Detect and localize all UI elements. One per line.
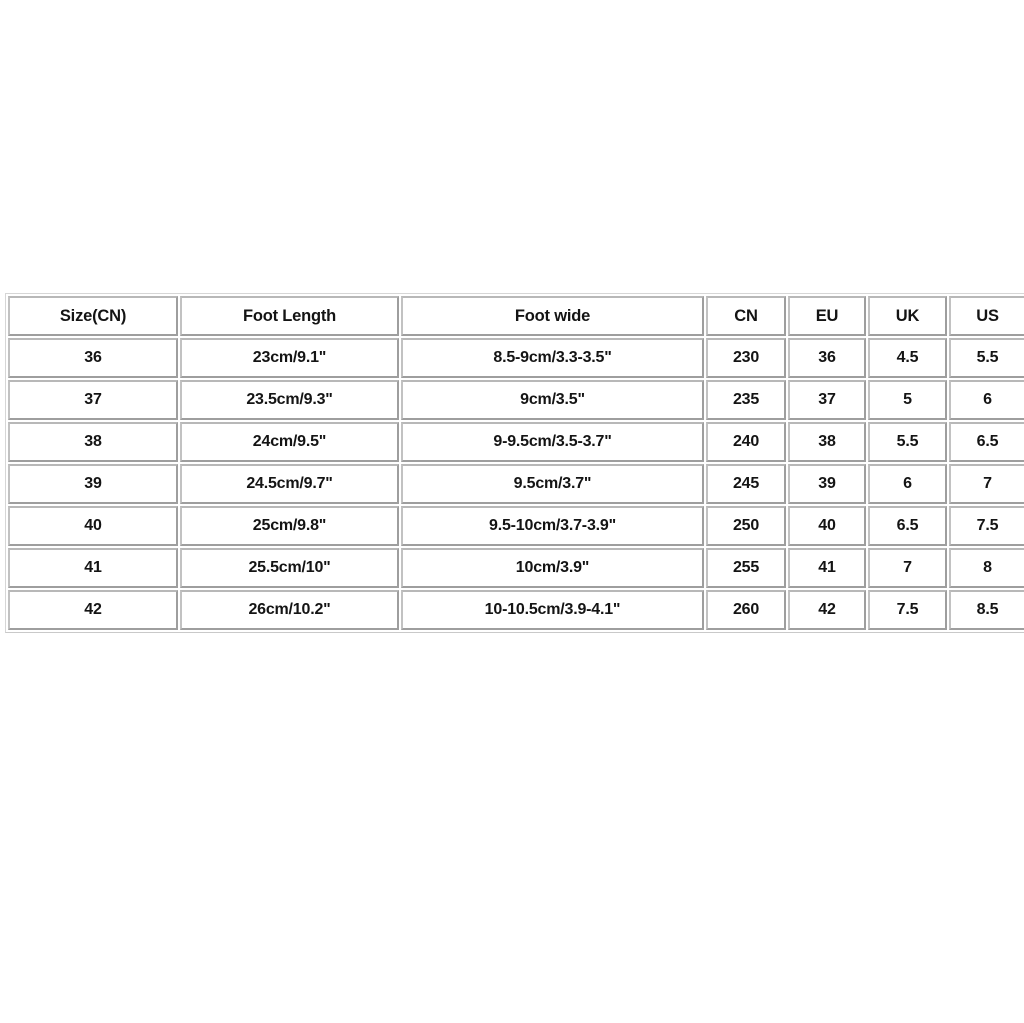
cell-foot-wide: 9.5cm/3.7" [401,464,704,504]
cell-uk: 4.5 [868,338,947,378]
cell-foot-length: 23cm/9.1" [180,338,399,378]
cell-uk: 5 [868,380,947,420]
table-row: 37 23.5cm/9.3" 9cm/3.5" 235 37 5 6 [8,380,1024,420]
column-header-foot-wide: Foot wide [401,296,704,336]
cell-eu: 40 [788,506,866,546]
cell-foot-length: 25cm/9.8" [180,506,399,546]
table-row: 42 26cm/10.2" 10-10.5cm/3.9-4.1" 260 42 7.5 8.… [8,590,1024,630]
cell-size-cn: 37 [8,380,178,420]
column-header-foot-length: Foot Length [180,296,399,336]
cell-us: 7 [949,464,1024,504]
table-row: 39 24.5cm/9.7" 9.5cm/3.7" 245 39 6 7 [8,464,1024,504]
cell-uk: 6.5 [868,506,947,546]
cell-uk: 5.5 [868,422,947,462]
table-row: 38 24cm/9.5" 9-9.5cm/3.5-3.7" 240 38 5.5 6.5 [8,422,1024,462]
cell-eu: 37 [788,380,866,420]
cell-eu: 41 [788,548,866,588]
cell-size-cn: 42 [8,590,178,630]
cell-foot-length: 24cm/9.5" [180,422,399,462]
cell-us: 5.5 [949,338,1024,378]
cell-uk: 7.5 [868,590,947,630]
cell-us: 6.5 [949,422,1024,462]
cell-us: 6 [949,380,1024,420]
cell-foot-length: 26cm/10.2" [180,590,399,630]
page-root: Size(CN) Foot Length Foot wide CN EU UK US 36 2… [0,0,1024,1023]
column-header-cn: CN [706,296,786,336]
size-chart-table: Size(CN) Foot Length Foot wide CN EU UK US 36 2… [5,293,1024,633]
cell-cn: 260 [706,590,786,630]
table-header-row: Size(CN) Foot Length Foot wide CN EU UK US [8,296,1024,336]
column-header-size-cn: Size(CN) [8,296,178,336]
cell-cn: 245 [706,464,786,504]
cell-cn: 235 [706,380,786,420]
cell-foot-wide: 10cm/3.9" [401,548,704,588]
cell-foot-wide: 9cm/3.5" [401,380,704,420]
cell-foot-wide: 9-9.5cm/3.5-3.7" [401,422,704,462]
cell-uk: 6 [868,464,947,504]
cell-eu: 38 [788,422,866,462]
cell-size-cn: 41 [8,548,178,588]
cell-foot-wide: 8.5-9cm/3.3-3.5" [401,338,704,378]
cell-uk: 7 [868,548,947,588]
table-row: 36 23cm/9.1" 8.5-9cm/3.3-3.5" 230 36 4.5 5.5 [8,338,1024,378]
cell-size-cn: 39 [8,464,178,504]
table-row: 40 25cm/9.8" 9.5-10cm/3.7-3.9" 250 40 6.5 7.5 [8,506,1024,546]
cell-foot-length: 24.5cm/9.7" [180,464,399,504]
cell-cn: 250 [706,506,786,546]
cell-foot-length: 25.5cm/10" [180,548,399,588]
cell-size-cn: 36 [8,338,178,378]
size-chart-header: Size(CN) Foot Length Foot wide CN EU UK US [8,296,1024,336]
cell-cn: 255 [706,548,786,588]
cell-cn: 240 [706,422,786,462]
size-chart-container: Size(CN) Foot Length Foot wide CN EU UK US 36 2… [5,293,1024,633]
cell-foot-wide: 9.5-10cm/3.7-3.9" [401,506,704,546]
cell-size-cn: 40 [8,506,178,546]
cell-eu: 39 [788,464,866,504]
cell-eu: 36 [788,338,866,378]
cell-foot-wide: 10-10.5cm/3.9-4.1" [401,590,704,630]
cell-foot-length: 23.5cm/9.3" [180,380,399,420]
cell-us: 7.5 [949,506,1024,546]
column-header-us: US [949,296,1024,336]
table-row: 41 25.5cm/10" 10cm/3.9" 255 41 7 8 [8,548,1024,588]
column-header-uk: UK [868,296,947,336]
column-header-eu: EU [788,296,866,336]
cell-size-cn: 38 [8,422,178,462]
cell-us: 8.5 [949,590,1024,630]
cell-eu: 42 [788,590,866,630]
cell-cn: 230 [706,338,786,378]
cell-us: 8 [949,548,1024,588]
size-chart-body: 36 23cm/9.1" 8.5-9cm/3.3-3.5" 230 36 4.5 5.5 37… [8,338,1024,630]
